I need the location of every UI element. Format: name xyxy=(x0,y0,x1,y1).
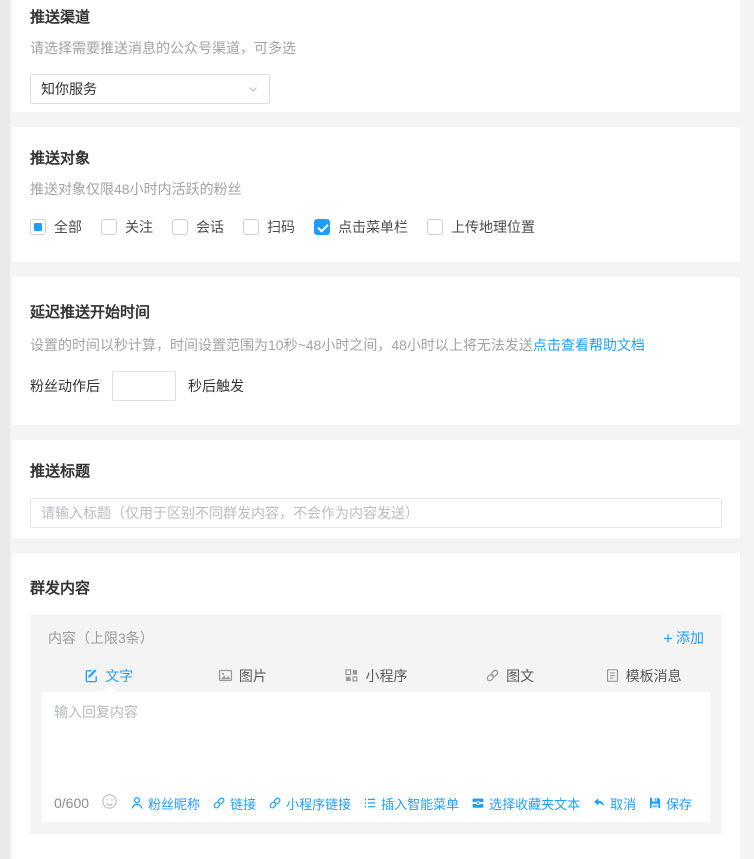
undo-icon xyxy=(594,798,605,807)
message-textarea[interactable] xyxy=(42,692,710,788)
checkbox-option-session[interactable]: 会话 xyxy=(172,217,224,237)
save-icon xyxy=(650,797,661,809)
section-title: 推送渠道 xyxy=(30,9,91,26)
miniprogram-link-button[interactable]: 小程序链接 xyxy=(268,794,351,813)
checkbox-label: 扫码 xyxy=(267,219,295,235)
push-title-section: 推送标题 xyxy=(12,440,740,538)
checkbox-label: 上传地理位置 xyxy=(451,219,535,235)
section-title: 推送对象 xyxy=(30,150,91,167)
char-counter: 0/600 xyxy=(54,795,90,811)
plus-icon: + xyxy=(663,628,673,648)
link-icon xyxy=(269,797,281,809)
tab-image[interactable]: 图片 xyxy=(176,659,310,692)
tab-miniprogram[interactable]: 小程序 xyxy=(309,659,443,692)
tool-label: 保存 xyxy=(666,796,693,812)
section-title: 推送标题 xyxy=(30,463,91,480)
tab-text[interactable]: 文字 xyxy=(42,659,176,692)
insert-smart-menu-button[interactable]: 插入智能菜单 xyxy=(363,794,459,813)
checkbox-label: 关注 xyxy=(125,219,153,235)
help-doc-link[interactable]: 点击查看帮助文档 xyxy=(533,337,645,353)
cancel-button[interactable]: 取消 xyxy=(592,794,636,813)
section-desc: 请选择需要推送消息的公众号渠道，可多选 xyxy=(30,40,296,56)
tab-template[interactable]: 模板消息 xyxy=(576,659,710,692)
tab-label: 文字 xyxy=(105,667,134,684)
emoji-icon xyxy=(101,793,118,813)
edit-icon xyxy=(84,668,99,683)
tool-label: 取消 xyxy=(610,796,637,812)
checkbox-option-location[interactable]: 上传地理位置 xyxy=(427,217,535,237)
checkbox xyxy=(314,219,330,235)
checkbox-label: 全部 xyxy=(54,219,82,235)
checkbox xyxy=(427,219,443,235)
delay-trigger-row: 粉丝动作后 秒后触发 xyxy=(30,371,722,401)
list-icon xyxy=(364,798,376,808)
add-content-button[interactable]: + 添加 xyxy=(663,628,704,648)
channel-select-value: 知你服务 xyxy=(41,81,97,97)
message-editor: 0/600 粉丝昵称 链接 xyxy=(42,692,710,822)
push-channel-section: 推送渠道 请选择需要推送消息的公众号渠道，可多选 知你服务 xyxy=(12,0,740,112)
delay-row-prefix: 粉丝动作后 xyxy=(30,378,100,394)
tool-label: 粉丝昵称 xyxy=(148,796,201,812)
checkbox xyxy=(30,219,46,235)
checkbox-label: 会话 xyxy=(196,219,224,235)
delay-seconds-input[interactable] xyxy=(112,371,176,401)
section-desc: 设置的时间以秒计算，时间设置范围为10秒~48小时之间，48小时以上将无法发送点… xyxy=(30,335,722,355)
checkbox-option-scan[interactable]: 扫码 xyxy=(243,217,295,237)
emoji-button[interactable] xyxy=(101,793,118,813)
link-icon xyxy=(213,797,225,809)
form-cards: 推送渠道 请选择需要推送消息的公众号渠道，可多选 知你服务 推送对象 推送对象仅… xyxy=(12,0,740,859)
template-icon xyxy=(605,668,620,683)
user-icon xyxy=(131,797,143,809)
channel-select[interactable]: 知你服务 xyxy=(30,74,270,104)
delay-row-suffix: 秒后触发 xyxy=(188,378,244,394)
checkbox xyxy=(172,219,188,235)
section-title: 群发内容 xyxy=(30,580,91,597)
section-title: 延迟推送开始时间 xyxy=(30,304,151,321)
link-icon xyxy=(485,668,500,683)
tab-label: 小程序 xyxy=(365,667,408,684)
tool-label: 插入智能菜单 xyxy=(381,796,460,812)
editor-toolbar: 0/600 粉丝昵称 链接 小程序链接 插入智能菜单 选择收藏夹文本 取消 保存 xyxy=(42,788,710,822)
fans-nickname-button[interactable]: 粉丝昵称 xyxy=(130,794,200,813)
tool-label: 选择收藏夹文本 xyxy=(489,796,581,812)
panel-header: 内容（上限3条） + 添加 xyxy=(42,615,710,659)
mass-content-section: 群发内容 内容（上限3条） + 添加 文字 图片 小程序 图文 模板消息 输入回… xyxy=(12,553,740,859)
tab-label: 模板消息 xyxy=(625,667,682,684)
box-icon xyxy=(472,798,484,808)
checkbox xyxy=(101,219,117,235)
image-icon xyxy=(218,668,233,683)
delay-desc-text: 设置的时间以秒计算，时间设置范围为10秒~48小时之间，48小时以上将无法发送 xyxy=(30,337,533,353)
checkbox-option-menu-click[interactable]: 点击菜单栏 xyxy=(314,217,408,237)
tab-label: 图文 xyxy=(506,667,535,684)
checkbox xyxy=(243,219,259,235)
push-target-options: 全部 关注 会话 扫码 点击菜单栏 上传地理位置 xyxy=(30,217,722,237)
miniprogram-icon xyxy=(344,668,359,683)
tab-article[interactable]: 图文 xyxy=(443,659,577,692)
content-panel: 内容（上限3条） + 添加 文字 图片 小程序 图文 模板消息 输入回复内容 0… xyxy=(30,615,722,834)
add-label: 添加 xyxy=(676,630,704,646)
page-left-gutter xyxy=(0,0,10,859)
push-title-input[interactable] xyxy=(30,498,722,528)
panel-title: 内容（上限3条） xyxy=(48,630,154,646)
favorites-text-button[interactable]: 选择收藏夹文本 xyxy=(471,794,580,813)
chevron-down-icon xyxy=(247,83,259,95)
tool-label: 链接 xyxy=(230,796,257,812)
section-desc: 推送对象仅限48小时内活跃的粉丝 xyxy=(30,181,242,197)
link-button[interactable]: 链接 xyxy=(212,794,256,813)
checkbox-option-follow[interactable]: 关注 xyxy=(101,217,153,237)
delay-push-section: 延迟推送开始时间 设置的时间以秒计算，时间设置范围为10秒~48小时之间，48小… xyxy=(12,277,740,425)
save-button[interactable]: 保存 xyxy=(648,794,692,813)
push-target-section: 推送对象 推送对象仅限48小时内活跃的粉丝 全部 关注 会话 扫码 点击菜单栏 xyxy=(12,127,740,262)
checkbox-option-all[interactable]: 全部 xyxy=(30,217,82,237)
tab-label: 图片 xyxy=(238,667,267,684)
checkbox-label: 点击菜单栏 xyxy=(338,219,408,235)
content-type-tabs: 文字 图片 小程序 图文 模板消息 xyxy=(42,659,710,692)
tool-label: 小程序链接 xyxy=(286,796,352,812)
